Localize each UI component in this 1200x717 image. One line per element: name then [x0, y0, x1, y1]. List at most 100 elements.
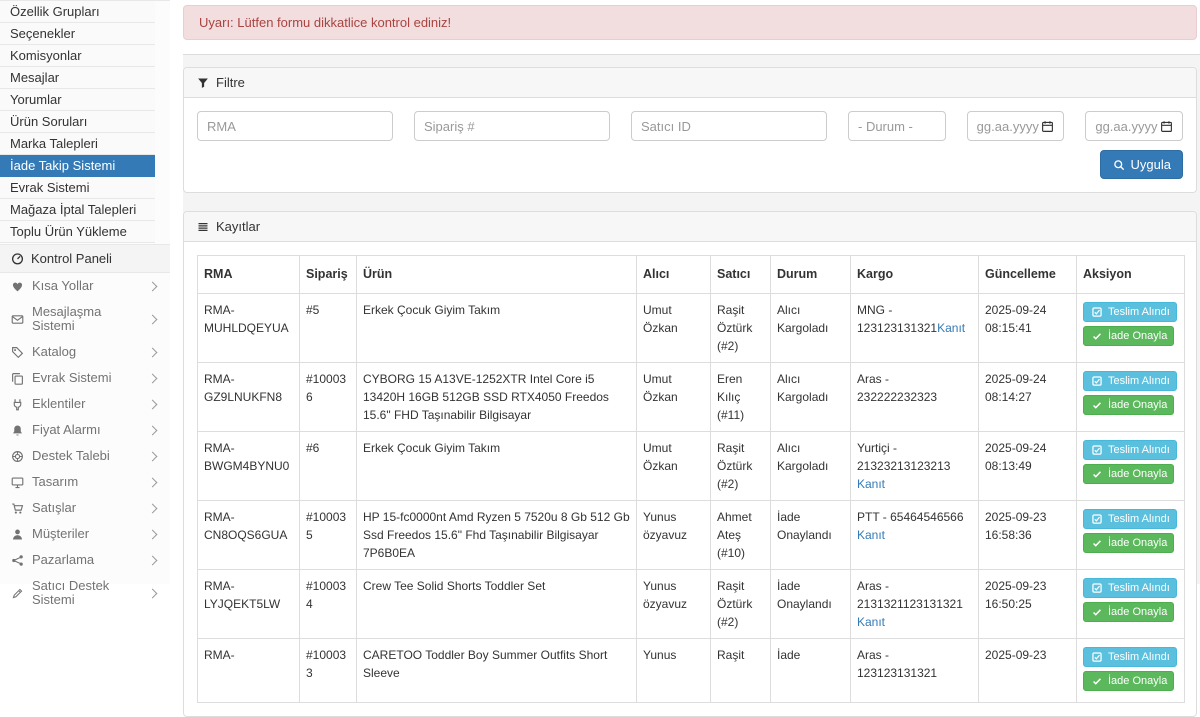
proof-link[interactable]: Kanıt	[857, 613, 885, 631]
sidebar: Özellik GruplarıSeçeneklerKomisyonlarMes…	[0, 0, 170, 584]
proof-link[interactable]: Kanıt	[857, 475, 885, 493]
filter-panel-heading: Filtre	[184, 68, 1196, 98]
approve-return-button-label: İade Onayla	[1108, 675, 1167, 687]
product-cell: Erkek Çocuk Giyim Takım	[357, 431, 637, 500]
approve-return-button[interactable]: İade Onayla	[1083, 395, 1174, 415]
apply-button[interactable]: Uygula	[1100, 150, 1183, 179]
updated-cell: 2025-09-23 16:58:36	[979, 500, 1077, 569]
sidebar-menu-item-label: Evrak Sistemi	[32, 371, 141, 385]
sidebar-item[interactable]: Evrak Sistemi	[0, 177, 155, 199]
sidebar-menu-item[interactable]: Müşteriler	[0, 521, 170, 547]
check-square-icon	[1090, 307, 1104, 317]
sidebar-menu-item[interactable]: Kısa Yollar	[0, 273, 170, 299]
sidebar-item[interactable]: Toplu Ürün Yükleme	[0, 221, 155, 243]
support-icon	[10, 587, 24, 600]
proof-link[interactable]: Kanıt	[857, 526, 885, 544]
table-row: RMA-MUHLDQEYUA#5Erkek Çocuk Giyim TakımU…	[198, 293, 1185, 362]
filter-icon	[196, 77, 210, 89]
seller-id-input[interactable]	[631, 111, 827, 141]
proof-link[interactable]: Kanıt	[937, 319, 965, 337]
cargo-text: Aras - 232222232323	[857, 372, 937, 404]
sidebar-menu-list: Kısa YollarMesajlaşma SistemiKatalog Evra…	[0, 273, 170, 613]
order-input[interactable]	[414, 111, 610, 141]
sidebar-menu-item[interactable]: Satışlar	[0, 495, 170, 521]
sidebar-menu-item[interactable]: Satıcı Destek Sistemi	[0, 573, 170, 613]
approve-return-button[interactable]: İade Onayla	[1083, 533, 1174, 553]
approve-return-button[interactable]: İade Onayla	[1083, 602, 1174, 622]
sidebar-menu-item[interactable]: Eklentiler	[0, 391, 170, 417]
check-square-icon	[1090, 583, 1104, 593]
received-button-label: Teslim Alındı	[1108, 375, 1170, 387]
sidebar-item[interactable]: Komisyonlar	[0, 45, 155, 67]
updated-cell: 2025-09-24 08:15:41	[979, 293, 1077, 362]
action-cell: Teslim Alındı İade Onayla	[1077, 500, 1185, 569]
rma-input[interactable]	[197, 111, 393, 141]
check-icon	[1090, 676, 1104, 686]
status-select[interactable]: - Durum -	[848, 111, 946, 141]
date-to-input[interactable]: gg.aa.yyyy	[1085, 111, 1183, 141]
check-icon	[1090, 607, 1104, 617]
sidebar-menu-item[interactable]: Pazarlama	[0, 547, 170, 573]
sidebar-item[interactable]: Yorumlar	[0, 89, 155, 111]
approve-return-button[interactable]: İade Onayla	[1083, 671, 1174, 691]
cart-icon	[10, 502, 24, 515]
received-button[interactable]: Teslim Alındı	[1083, 440, 1177, 460]
approve-return-button[interactable]: İade Onayla	[1083, 326, 1174, 346]
received-button[interactable]: Teslim Alındı	[1083, 509, 1177, 529]
sidebar-menu-item-label: Satışlar	[32, 501, 141, 515]
envelope-icon	[10, 313, 24, 326]
sidebar-menu-item[interactable]: Fiyat Alarmı	[0, 417, 170, 443]
sidebar-menu-item[interactable]: Evrak Sistemi	[0, 365, 170, 391]
calendar-icon[interactable]	[1159, 120, 1173, 133]
received-button[interactable]: Teslim Alındı	[1083, 302, 1177, 322]
sidebar-item[interactable]: Mağaza İptal Talepleri	[0, 199, 155, 221]
table-row: RMA-#100033CARETOO Toddler Boy Summer Ou…	[198, 638, 1185, 702]
chevron-right-icon	[148, 503, 158, 513]
rma-cell: RMA-CN8OQS6GUA	[198, 500, 300, 569]
cargo-cell: Aras - 232222232323	[851, 362, 979, 431]
chevron-right-icon	[148, 588, 158, 598]
sidebar-menu-item-label: Tasarım	[32, 475, 141, 489]
chevron-right-icon	[148, 555, 158, 565]
buyer-cell: Yunus özyavuz	[637, 500, 711, 569]
approve-return-button[interactable]: İade Onayla	[1083, 464, 1174, 484]
sidebar-menu-item-label: Satıcı Destek Sistemi	[32, 579, 141, 607]
order-cell: #100035	[300, 500, 357, 569]
received-button[interactable]: Teslim Alındı	[1083, 371, 1177, 391]
rma-cell: RMA-	[198, 638, 300, 702]
sidebar-item[interactable]: Ürün Soruları	[0, 111, 155, 133]
sidebar-menu-item[interactable]: Mesajlaşma Sistemi	[0, 299, 170, 339]
sidebar-item-dashboard[interactable]: Kontrol Paneli	[0, 244, 170, 273]
content: Filtre - Durum - gg.aa.yyyy	[183, 55, 1200, 717]
calendar-icon[interactable]	[1040, 120, 1054, 133]
sidebar-item[interactable]: Özellik Grupları	[0, 1, 155, 23]
plug-icon	[10, 398, 24, 411]
bell-icon	[10, 424, 24, 437]
date-from-input[interactable]: gg.aa.yyyy	[967, 111, 1065, 141]
sidebar-menu-item[interactable]: Katalog	[0, 339, 170, 365]
sidebar-item[interactable]: Seçenekler	[0, 23, 155, 45]
sidebar-item-active[interactable]: İade Takip Sistemi	[0, 155, 155, 177]
received-button[interactable]: Teslim Alındı	[1083, 647, 1177, 667]
received-button[interactable]: Teslim Alındı	[1083, 578, 1177, 598]
records-table: RMASiparişÜrünAlıcıSatıcıDurumKargoGünce…	[197, 255, 1185, 703]
order-cell: #6	[300, 431, 357, 500]
sidebar-menu-item[interactable]: Destek Talebi	[0, 443, 170, 469]
status-cell: Alıcı Kargoladı	[771, 362, 851, 431]
chevron-right-icon	[148, 529, 158, 539]
share-icon	[10, 554, 24, 567]
list-icon	[196, 221, 210, 233]
sidebar-item[interactable]: Mesajlar	[0, 67, 155, 89]
cargo-cell: PTT - 65464546566Kanıt	[851, 500, 979, 569]
sidebar-item[interactable]: Marka Talepleri	[0, 133, 155, 155]
action-cell: Teslim Alındı İade Onayla	[1077, 638, 1185, 702]
apply-button-label: Uygula	[1131, 157, 1171, 172]
product-cell: HP 15-fc0000nt Amd Ryzen 5 7520u 8 Gb 51…	[357, 500, 637, 569]
rma-cell: RMA-GZ9LNUKFN8	[198, 362, 300, 431]
sidebar-menu-item[interactable]: Tasarım	[0, 469, 170, 495]
status-cell: Alıcı Kargoladı	[771, 431, 851, 500]
records-panel: Kayıtlar RMASiparişÜrünAlıcıSatıcıDurumK…	[183, 211, 1197, 717]
filter-panel: Filtre - Durum - gg.aa.yyyy	[183, 67, 1197, 193]
filter-panel-title: Filtre	[216, 75, 245, 90]
status-cell: Alıcı Kargoladı	[771, 293, 851, 362]
